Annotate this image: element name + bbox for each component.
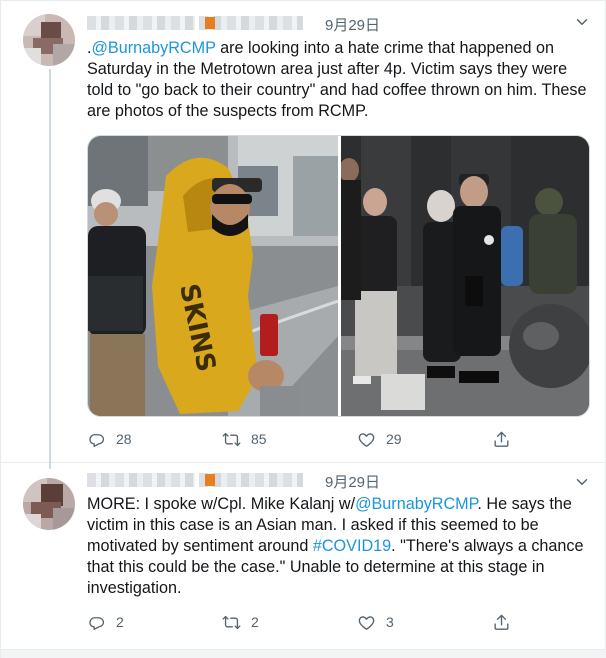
- hashtag-link[interactable]: #COVID19: [313, 537, 391, 555]
- reply-icon: [89, 433, 105, 447]
- tweet-actions: 28 85 29: [87, 428, 517, 450]
- tweet-date[interactable]: 9月29日: [325, 14, 380, 35]
- tweet-text-segment: MORE: I spoke w/Cpl. Mike Kalanj w/: [87, 495, 356, 513]
- mention-link[interactable]: @BurnabyRCMP: [355, 495, 477, 513]
- thread-line: [49, 69, 51, 469]
- retweet-button[interactable]: 85: [222, 428, 267, 450]
- tweet-1[interactable]: 9月29日 .@BurnabyRCMP are looking into a h…: [1, 1, 606, 469]
- like-icon: [358, 615, 375, 630]
- chevron-down-icon[interactable]: [573, 473, 591, 491]
- like-count: 3: [386, 614, 394, 630]
- share-button[interactable]: [492, 611, 511, 633]
- photo-suspect-yellow-hoodie[interactable]: SKINS: [88, 136, 338, 416]
- tweet-thread: 9月29日 .@BurnabyRCMP are looking into a h…: [0, 0, 606, 658]
- like-count: 29: [386, 431, 402, 447]
- reply-count: 2: [116, 614, 124, 630]
- redaction-mark: [205, 474, 215, 486]
- mention-link[interactable]: @BurnabyRCMP: [92, 39, 216, 57]
- share-icon: [494, 614, 509, 630]
- share-button[interactable]: [492, 428, 511, 450]
- redacted-name: [87, 16, 195, 30]
- retweet-icon: [222, 615, 241, 629]
- chevron-down-icon[interactable]: [573, 13, 591, 31]
- tweet-actions: 2 2 3: [87, 611, 517, 633]
- like-button[interactable]: 3: [357, 611, 394, 633]
- redacted-name: [87, 473, 195, 487]
- tweet-text: MORE: I spoke w/Cpl. Mike Kalanj w/@Burn…: [87, 494, 592, 599]
- reply-button[interactable]: 2: [87, 611, 124, 633]
- like-button[interactable]: 29: [357, 428, 402, 450]
- tweet-date[interactable]: 9月29日: [325, 471, 380, 492]
- retweet-count: 2: [251, 614, 259, 630]
- tweet-2[interactable]: 9月29日 MORE: I spoke w/Cpl. Mike Kalanj w…: [1, 463, 606, 649]
- avatar[interactable]: [23, 478, 75, 530]
- reply-count: 28: [116, 431, 132, 447]
- retweet-count: 85: [251, 431, 267, 447]
- photo-suspects-group[interactable]: [341, 136, 589, 416]
- bottom-strip: [1, 649, 606, 658]
- avatar[interactable]: [23, 14, 75, 66]
- share-icon: [494, 431, 509, 447]
- retweet-icon: [222, 432, 241, 446]
- reply-icon: [89, 616, 105, 630]
- tweet-media[interactable]: SKINS: [87, 135, 590, 417]
- tweet-text: .@BurnabyRCMP are looking into a hate cr…: [87, 38, 592, 122]
- like-icon: [358, 432, 375, 447]
- redaction-mark: [205, 17, 215, 29]
- retweet-button[interactable]: 2: [222, 611, 259, 633]
- reply-button[interactable]: 28: [87, 428, 132, 450]
